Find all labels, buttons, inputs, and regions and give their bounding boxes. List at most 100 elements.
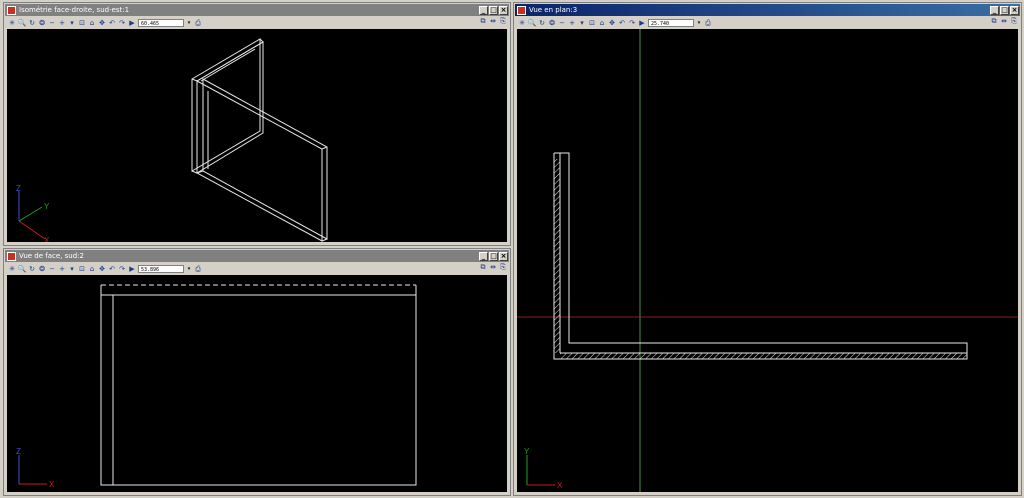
minimize-button[interactable]: _ <box>990 5 999 15</box>
window-isometric: Isométrie face-droite, sud-est:1 _ □ × ✳… <box>3 2 511 246</box>
pan-icon[interactable]: ✥ <box>608 19 616 27</box>
pan-icon[interactable]: ✥ <box>98 265 106 273</box>
front-walls <box>100 284 417 486</box>
window-title: Vue en plan:3 <box>529 6 578 14</box>
rotate-icon[interactable]: ↻ <box>538 19 546 27</box>
maximize-button[interactable]: □ <box>489 5 498 15</box>
ucs-icon: Y X <box>524 447 563 490</box>
tile-icon[interactable]: ⧉ <box>990 17 998 25</box>
previous-view-icon[interactable]: ↶ <box>108 265 116 273</box>
window-title: Isométrie face-droite, sud-est:1 <box>19 6 130 14</box>
next-view-icon[interactable]: ↷ <box>628 19 636 27</box>
axis-z-label: Z <box>16 184 21 193</box>
home-icon[interactable]: ⌂ <box>88 265 96 273</box>
zoom-in-icon[interactable]: + <box>58 265 66 273</box>
zoom-out-icon[interactable]: − <box>48 265 56 273</box>
zoom-icon[interactable]: 🔍 <box>18 19 27 27</box>
axis-y-label: Y <box>524 447 530 456</box>
zoom-level-field[interactable]: 53.896 <box>138 264 184 273</box>
zoom-dropdown-arrow[interactable]: ▾ <box>186 18 192 27</box>
front-drawing: Z X <box>16 284 417 489</box>
dropdown-arrow-icon[interactable]: ▾ <box>68 265 76 273</box>
tile-icon[interactable]: ⧉ <box>479 263 487 271</box>
views-icon[interactable]: ▶ <box>638 19 646 27</box>
hand-icon[interactable]: ✳ <box>518 19 526 27</box>
ucs-icon: Z Y X <box>16 184 50 242</box>
next-view-icon[interactable]: ↷ <box>118 19 126 27</box>
zoom-icon[interactable]: 🔍 <box>18 265 27 273</box>
zoom-out-icon[interactable]: − <box>48 19 56 27</box>
dropdown-arrow-icon[interactable]: ▾ <box>68 19 76 27</box>
copy-icon[interactable]: ⎘ <box>499 263 507 271</box>
zoom-level-field[interactable]: 60.465 <box>138 18 184 27</box>
rotate-icon[interactable]: ↻ <box>28 19 36 27</box>
rotate-icon[interactable]: ↻ <box>28 265 36 273</box>
minimize-button[interactable]: _ <box>479 251 488 261</box>
copy-icon[interactable]: ⎘ <box>1010 17 1018 25</box>
minimize-button[interactable]: _ <box>479 5 488 15</box>
view-toolbar: ✳ 🔍 ↻ ❂ − + ▾ ⊡ ⌂ ✥ ↶ ↷ ▶ 53.896 ▾ ⎙ <box>5 263 509 274</box>
views-icon[interactable]: ▶ <box>128 265 136 273</box>
tile-icon[interactable]: ⧉ <box>479 17 487 25</box>
title-bar[interactable]: Vue en plan:3 _ □ × <box>515 4 1020 16</box>
zoom-level-field[interactable]: 25.740 <box>648 18 694 27</box>
close-button[interactable]: × <box>499 251 508 261</box>
maximize-button[interactable]: □ <box>489 251 498 261</box>
close-button[interactable]: × <box>1010 5 1019 15</box>
maximize-button[interactable]: □ <box>1000 5 1009 15</box>
orbit-icon[interactable]: ❂ <box>38 19 46 27</box>
zoom-dropdown-arrow[interactable]: ▾ <box>186 264 192 273</box>
hand-icon[interactable]: ✳ <box>8 265 16 273</box>
drawing-viewport[interactable]: Z Y X <box>7 29 507 242</box>
home-icon[interactable]: ⌂ <box>88 19 96 27</box>
vertical-wall-hatch <box>554 159 560 353</box>
app-icon[interactable] <box>7 251 16 261</box>
view-toolbar: ✳ 🔍 ↻ ❂ − + ▾ ⊡ ⌂ ✥ ↶ ↷ ▶ 60.465 ▾ ⎙ <box>5 17 509 28</box>
views-icon[interactable]: ▶ <box>128 19 136 27</box>
view-toolbar: ✳ 🔍 ↻ ❂ − + ▾ ⊡ ⌂ ✥ ↶ ↷ ▶ 25.740 ▾ ⎙ <box>515 17 1020 28</box>
orbit-icon[interactable]: ❂ <box>548 19 556 27</box>
app-icon[interactable] <box>517 5 526 15</box>
axis-x-label: X <box>557 481 563 490</box>
previous-view-icon[interactable]: ↶ <box>618 19 626 27</box>
split-icon[interactable]: ⇹ <box>489 263 497 271</box>
hand-icon[interactable]: ✳ <box>8 19 16 27</box>
axis-x-label: X <box>49 480 55 489</box>
window-front: Vue de face, sud:2 _ □ × ✳ 🔍 ↻ ❂ − + ▾ ⊡… <box>3 248 511 496</box>
plan-drawing: Y X <box>517 29 1018 492</box>
drawing-viewport[interactable]: Z X <box>7 275 507 492</box>
zoom-dropdown-arrow[interactable]: ▾ <box>696 18 702 27</box>
axis-y-label: Y <box>44 202 50 211</box>
dropdown-arrow-icon[interactable]: ▾ <box>578 19 586 27</box>
horizontal-wall-hatch <box>560 353 967 359</box>
orbit-icon[interactable]: ❂ <box>38 265 46 273</box>
axis-x-label: X <box>44 236 50 242</box>
zoom-in-icon[interactable]: + <box>568 19 576 27</box>
title-bar[interactable]: Isométrie face-droite, sud-est:1 _ □ × <box>5 4 509 16</box>
copy-icon[interactable]: ⎘ <box>499 17 507 25</box>
drawing-viewport[interactable]: Y X <box>517 29 1018 492</box>
next-view-icon[interactable]: ↷ <box>118 265 126 273</box>
print-icon[interactable]: ⎙ <box>194 265 202 273</box>
axis-z-label: Z <box>16 447 21 456</box>
window-zoom-icon[interactable]: ⊡ <box>588 19 596 27</box>
window-zoom-icon[interactable]: ⊡ <box>78 265 86 273</box>
ucs-icon: Z X <box>16 447 55 489</box>
zoom-out-icon[interactable]: − <box>558 19 566 27</box>
close-button[interactable]: × <box>499 5 508 15</box>
split-icon[interactable]: ⇹ <box>489 17 497 25</box>
pan-icon[interactable]: ✥ <box>98 19 106 27</box>
print-icon[interactable]: ⎙ <box>194 19 202 27</box>
home-icon[interactable]: ⌂ <box>598 19 606 27</box>
zoom-icon[interactable]: 🔍 <box>528 19 537 27</box>
iso-walls <box>191 38 328 242</box>
split-icon[interactable]: ⇹ <box>1000 17 1008 25</box>
window-title: Vue de face, sud:2 <box>19 252 84 260</box>
print-icon[interactable]: ⎙ <box>704 19 712 27</box>
app-icon[interactable] <box>7 5 16 15</box>
title-bar[interactable]: Vue de face, sud:2 _ □ × <box>5 250 509 262</box>
previous-view-icon[interactable]: ↶ <box>108 19 116 27</box>
zoom-in-icon[interactable]: + <box>58 19 66 27</box>
window-zoom-icon[interactable]: ⊡ <box>78 19 86 27</box>
plan-walls <box>553 152 968 360</box>
